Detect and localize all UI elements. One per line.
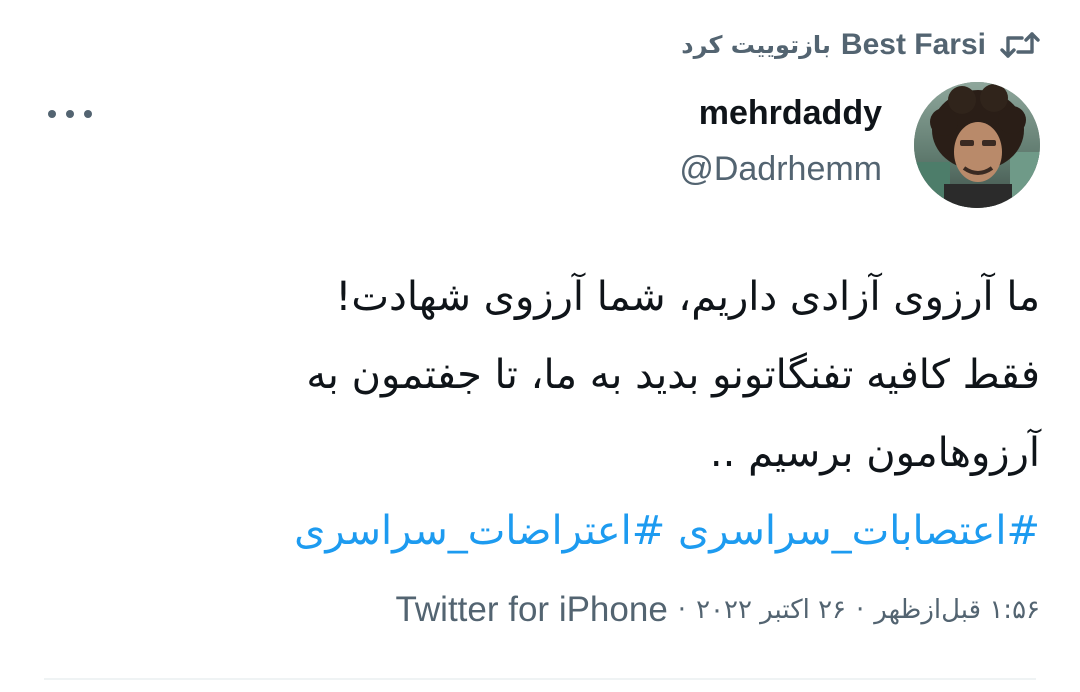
tweet-time[interactable]: ۱:۵۶ قبل‌ازظهر <box>874 595 1040 625</box>
tweet-line: آرزوهامون برسیم .. <box>709 430 1040 476</box>
tweet-line: فقط کافیه تفنگاتونو بدید به ما، تا جفتمو… <box>306 352 1040 398</box>
retweeter-name[interactable]: Best Farsi <box>841 28 986 62</box>
dot-icon <box>66 110 74 118</box>
meta-separator: · <box>856 595 865 625</box>
tweet-meta: ۱:۵۶ قبل‌ازظهر · ۲۶ اکتبر ۲۰۲۲ · Twitter… <box>395 590 1040 630</box>
retweet-header: بازتوییت کرد Best Farsi <box>681 28 1040 62</box>
tweet-line: ما آرزوی آزادی داریم، شما آرزوی شهادت! <box>335 274 1040 320</box>
hashtag-line: #اعتصابات_سراسری #اعتراضات_سراسری <box>40 492 1040 570</box>
tweet-date[interactable]: ۲۶ اکتبر ۲۰۲۲ <box>696 595 846 625</box>
tweet-text: ما آرزوی آزادی داریم، شما آرزوی شهادت! ف… <box>40 258 1040 570</box>
meta-separator: · <box>677 595 687 625</box>
hashtag-link[interactable]: #اعتراضات_سراسری <box>294 508 665 554</box>
avatar[interactable] <box>914 82 1040 208</box>
more-options-icon[interactable] <box>48 100 92 128</box>
author-block[interactable]: mehrdaddy @Dadrhemm <box>679 90 882 194</box>
divider <box>44 678 1036 680</box>
hashtag-link[interactable]: #اعتصابات_سراسری <box>678 508 1040 554</box>
avatar-photo-icon <box>914 82 1040 208</box>
dot-icon <box>84 110 92 118</box>
retweet-label: بازتوییت کرد <box>681 31 831 59</box>
author-handle[interactable]: @Dadrhemm <box>679 144 882 194</box>
tweet-source[interactable]: Twitter for iPhone <box>395 590 667 630</box>
retweet-icon <box>1000 30 1040 60</box>
retweet-text: بازتوییت کرد Best Farsi <box>681 28 986 62</box>
dot-icon <box>48 110 56 118</box>
author-display-name[interactable]: mehrdaddy <box>679 90 882 136</box>
